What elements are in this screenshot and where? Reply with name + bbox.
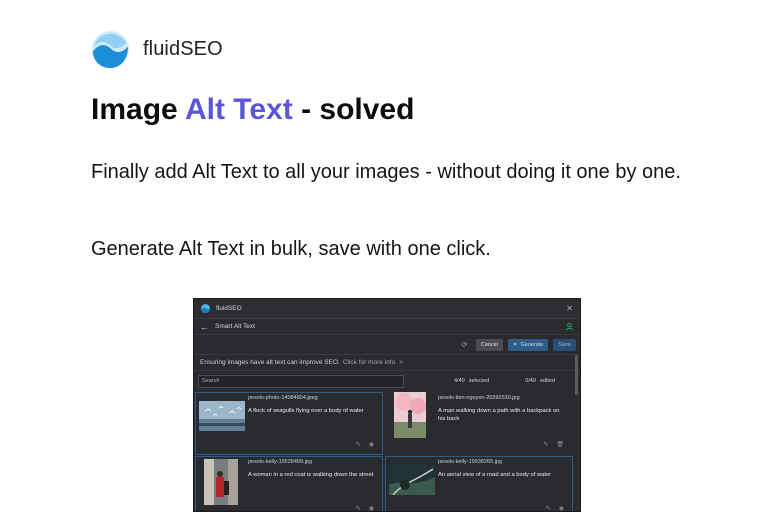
- brand-name: fluidSEO: [143, 38, 223, 60]
- nav-title: Smart Alt Text: [215, 323, 255, 330]
- app-logo-icon: [201, 304, 210, 313]
- image-card[interactable]: pexels-tien-nguyen-20392530.jpg A man wa…: [385, 392, 573, 455]
- selected-count: 4/40 selected: [454, 378, 489, 384]
- image-thumbnail: [204, 459, 238, 505]
- tagline-paragraph: Generate Alt Text in bulk, save with one…: [91, 238, 491, 260]
- card-actions: ✎ ◉: [546, 505, 564, 511]
- card-actions: ✎ 🗑: [543, 441, 564, 448]
- edited-count-label: edited: [539, 378, 555, 384]
- app-window-screenshot: fluidSEO ✕ ← Smart Alt Text ⟳ Cancel ✦ Ge…: [193, 298, 581, 512]
- toolbar: ⟳ Cancel ✦ Generate Save: [194, 335, 580, 355]
- close-icon[interactable]: ✕: [566, 304, 573, 313]
- generate-button[interactable]: ✦ Generate: [507, 338, 549, 351]
- view-icon[interactable]: ◉: [369, 505, 374, 511]
- alt-text[interactable]: An aerial view of a road and a body of w…: [438, 471, 566, 479]
- image-filename: pexels-kelly-19938265.jpg: [438, 459, 502, 465]
- edited-count-value: 0/40: [525, 378, 536, 384]
- edit-icon[interactable]: ✎: [543, 441, 548, 448]
- card-actions: ✎ ◉: [356, 441, 374, 448]
- image-card[interactable]: pexels-kelly-19938265.jpg An aerial view…: [385, 456, 573, 511]
- image-filename: pexels-photo-14084804.jpeg: [248, 395, 318, 401]
- window-titlebar: fluidSEO ✕: [194, 299, 580, 319]
- title-prefix: Image: [91, 93, 185, 126]
- selected-count-label: selected: [468, 378, 490, 384]
- more-info-link[interactable]: Click for more info: [343, 359, 395, 366]
- image-filename: pexels-kelly-19528499.jpg: [248, 459, 312, 465]
- edit-icon[interactable]: ✎: [356, 505, 361, 511]
- card-actions: ✎ ◉: [356, 505, 374, 511]
- selected-count-value: 4/40: [454, 378, 465, 384]
- alt-text[interactable]: A flock of seagulls flying over a body o…: [248, 407, 376, 415]
- info-text: Ensuring images have alt text can improv…: [200, 359, 340, 366]
- image-thumbnail: [199, 401, 245, 431]
- chevron-right-icon: >: [399, 359, 403, 366]
- wave-logo-icon: [91, 30, 130, 69]
- edit-icon[interactable]: ✎: [356, 441, 361, 448]
- scrollbar[interactable]: [575, 355, 578, 395]
- nav-bar: ← Smart Alt Text: [194, 319, 580, 335]
- image-card[interactable]: pexels-photo-14084804.jpeg A flock of se…: [195, 392, 383, 455]
- image-card[interactable]: pexels-kelly-19528499.jpg A woman in a r…: [195, 456, 383, 511]
- page-title: Image Alt Text - solved: [91, 93, 414, 127]
- back-arrow-icon[interactable]: ←: [200, 322, 209, 332]
- image-thumbnail: [389, 465, 435, 495]
- edit-icon[interactable]: ✎: [546, 505, 551, 511]
- title-suffix: - solved: [292, 93, 415, 126]
- image-thumbnail: [394, 392, 426, 438]
- sparkle-icon: ✦: [512, 341, 518, 348]
- view-icon[interactable]: ◉: [369, 441, 374, 448]
- search-row: Search 4/40 selected 0/40 edited: [194, 371, 580, 391]
- alt-text[interactable]: A man walking down a path with a backpac…: [438, 407, 566, 423]
- title-accent: Alt Text: [184, 93, 293, 126]
- view-icon[interactable]: ◉: [559, 505, 564, 511]
- save-button[interactable]: Save: [553, 338, 576, 351]
- description-paragraph: Finally add Alt Text to all your images …: [91, 161, 681, 183]
- cancel-button[interactable]: Cancel: [475, 338, 503, 351]
- search-input[interactable]: Search: [198, 374, 404, 388]
- edited-count: 0/40 edited: [525, 378, 555, 384]
- brand: fluidSEO: [91, 30, 223, 69]
- generate-label: Generate: [520, 341, 544, 348]
- image-filename: pexels-tien-nguyen-20392530.jpg: [438, 395, 520, 401]
- window-title: fluidSEO: [216, 305, 242, 312]
- refresh-icon[interactable]: ⟳: [461, 340, 468, 349]
- alt-text[interactable]: A woman in a red coat is walking down th…: [248, 471, 376, 479]
- seo-info-banner[interactable]: Ensuring images have alt text can improv…: [194, 355, 580, 371]
- user-icon[interactable]: [565, 322, 574, 331]
- delete-icon[interactable]: 🗑: [556, 441, 564, 448]
